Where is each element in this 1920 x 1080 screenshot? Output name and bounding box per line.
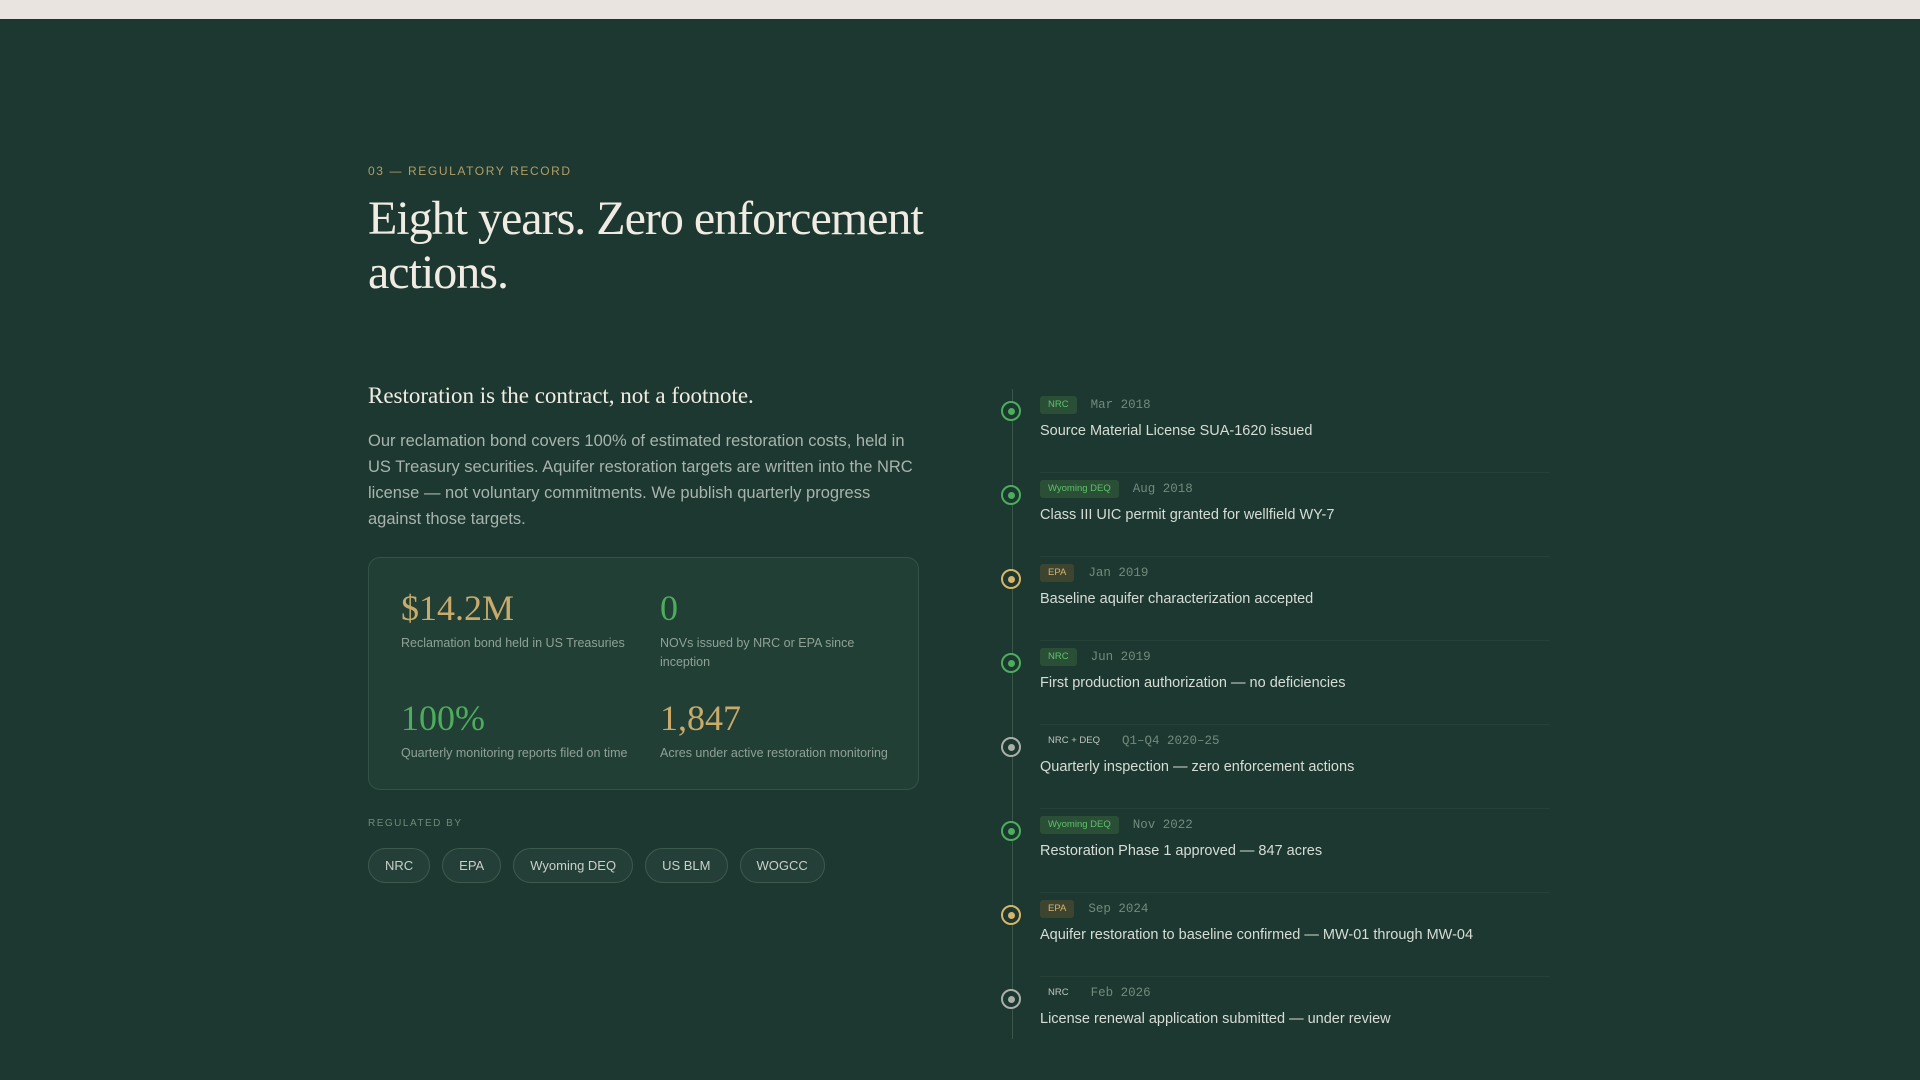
status-dot-icon (1001, 989, 1021, 1009)
agency-tag: EPA (1040, 564, 1075, 582)
agency-tag: NRC (1040, 648, 1077, 666)
agency-tag: NRC (1040, 396, 1077, 414)
agency-tag: NRC + DEQ (1048, 735, 1100, 746)
stat-value: 100% (401, 698, 485, 738)
status-dot-icon (1001, 485, 1021, 505)
regulator-chip-wyoming-deq[interactable]: Wyoming DEQ (513, 848, 634, 883)
timeline-date: Mar 2018 (1090, 398, 1151, 412)
regulatory-timeline: NRC Mar 2018 Source Material License SUA… (1000, 389, 1550, 1039)
stat-novs: 0 NOVs issued by NRC or EPA since incept… (660, 588, 880, 672)
intro-heading: Restoration is the contract, not a footn… (368, 383, 754, 408)
timeline-text: License renewal application submitted — … (1040, 1011, 1391, 1027)
status-dot-icon (1001, 905, 1021, 925)
section-title: Eight years. Zero enforcement actions. (368, 192, 924, 299)
stat-bond: $14.2M Reclamation bond held in US Treas… (401, 588, 641, 653)
timeline-item: NRC Jun 2019 First production authorizat… (1000, 641, 1550, 725)
stat-label: Acres under active restoration monitorin… (660, 746, 888, 760)
stat-label: Reclamation bond held in US Treasuries (401, 636, 625, 650)
regulator-chips: NRC EPA Wyoming DEQ US BLM WOGCC (368, 848, 825, 883)
regulator-chip-nrc[interactable]: NRC (368, 848, 431, 883)
timeline-item: Wyoming DEQ Nov 2022 Restoration Phase 1… (1000, 809, 1550, 893)
timeline-date: Aug 2018 (1132, 482, 1193, 496)
regulator-chip-us-blm[interactable]: US BLM (645, 848, 728, 883)
agency-tag: Wyoming DEQ (1040, 816, 1119, 834)
timeline-text: First production authorization — no defi… (1040, 675, 1346, 691)
timeline-date: Nov 2022 (1132, 818, 1193, 832)
timeline-date: Jun 2019 (1090, 650, 1151, 664)
stat-label: Quarterly monitoring reports filed on ti… (401, 746, 628, 760)
top-strip (0, 0, 1920, 19)
stat-acres: 1,847 Acres under active restoration mon… (660, 698, 900, 763)
status-dot-icon (1001, 821, 1021, 841)
stat-value: 1,847 (660, 698, 741, 738)
stat-reports: 100% Quarterly monitoring reports filed … (401, 698, 641, 763)
timeline-item: NRC Mar 2018 Source Material License SUA… (1000, 389, 1550, 473)
stat-value: $14.2M (401, 588, 515, 628)
stat-value: 0 (660, 588, 678, 628)
timeline-date: Feb 2026 (1090, 986, 1151, 1000)
timeline-date: Jan 2019 (1088, 566, 1149, 580)
regulator-chip-wogcc[interactable]: WOGCC (739, 848, 825, 883)
agency-tag: EPA (1040, 900, 1075, 918)
timeline-date: Q1–Q4 2020–25 (1122, 734, 1220, 748)
status-dot-icon (1001, 569, 1021, 589)
stat-label: NOVs issued by NRC or EPA since inceptio… (660, 636, 855, 669)
timeline-item: EPA Sep 2024 Aquifer restoration to base… (1000, 893, 1550, 977)
agency-tag: Wyoming DEQ (1040, 480, 1119, 498)
timeline-text: Source Material License SUA-1620 issued (1040, 423, 1313, 439)
timeline-date: Sep 2024 (1088, 902, 1149, 916)
timeline-text: Aquifer restoration to baseline confirme… (1040, 927, 1474, 943)
timeline-item: NRC Feb 2026 License renewal application… (1000, 977, 1550, 1061)
regulated-by-label: REGULATED BY (368, 818, 463, 829)
intro-body: Our reclamation bond covers 100% of esti… (368, 432, 913, 528)
status-dot-icon (1001, 653, 1021, 673)
regulatory-record-section: 03 — REGULATORY RECORD Eight years. Zero… (0, 19, 1920, 1080)
timeline-item: Wyoming DEQ Aug 2018 Class III UIC permi… (1000, 473, 1550, 557)
timeline-text: Restoration Phase 1 approved — 847 acres (1040, 843, 1323, 859)
timeline-text: Baseline aquifer characterization accept… (1040, 591, 1314, 607)
status-dot-icon (1001, 401, 1021, 421)
timeline-text: Class III UIC permit granted for wellfie… (1040, 507, 1335, 523)
regulator-chip-epa[interactable]: EPA (442, 848, 502, 883)
timeline-text: Quarterly inspection — zero enforcement … (1040, 759, 1355, 775)
status-dot-icon (1001, 737, 1021, 757)
section-eyebrow: 03 — REGULATORY RECORD (368, 164, 572, 178)
agency-tag: NRC (1048, 987, 1069, 998)
timeline-item: EPA Jan 2019 Baseline aquifer characteri… (1000, 557, 1550, 641)
stats-card: $14.2M Reclamation bond held in US Treas… (368, 557, 919, 790)
timeline-item: NRC + DEQ Q1–Q4 2020–25 Quarterly inspec… (1000, 725, 1550, 809)
